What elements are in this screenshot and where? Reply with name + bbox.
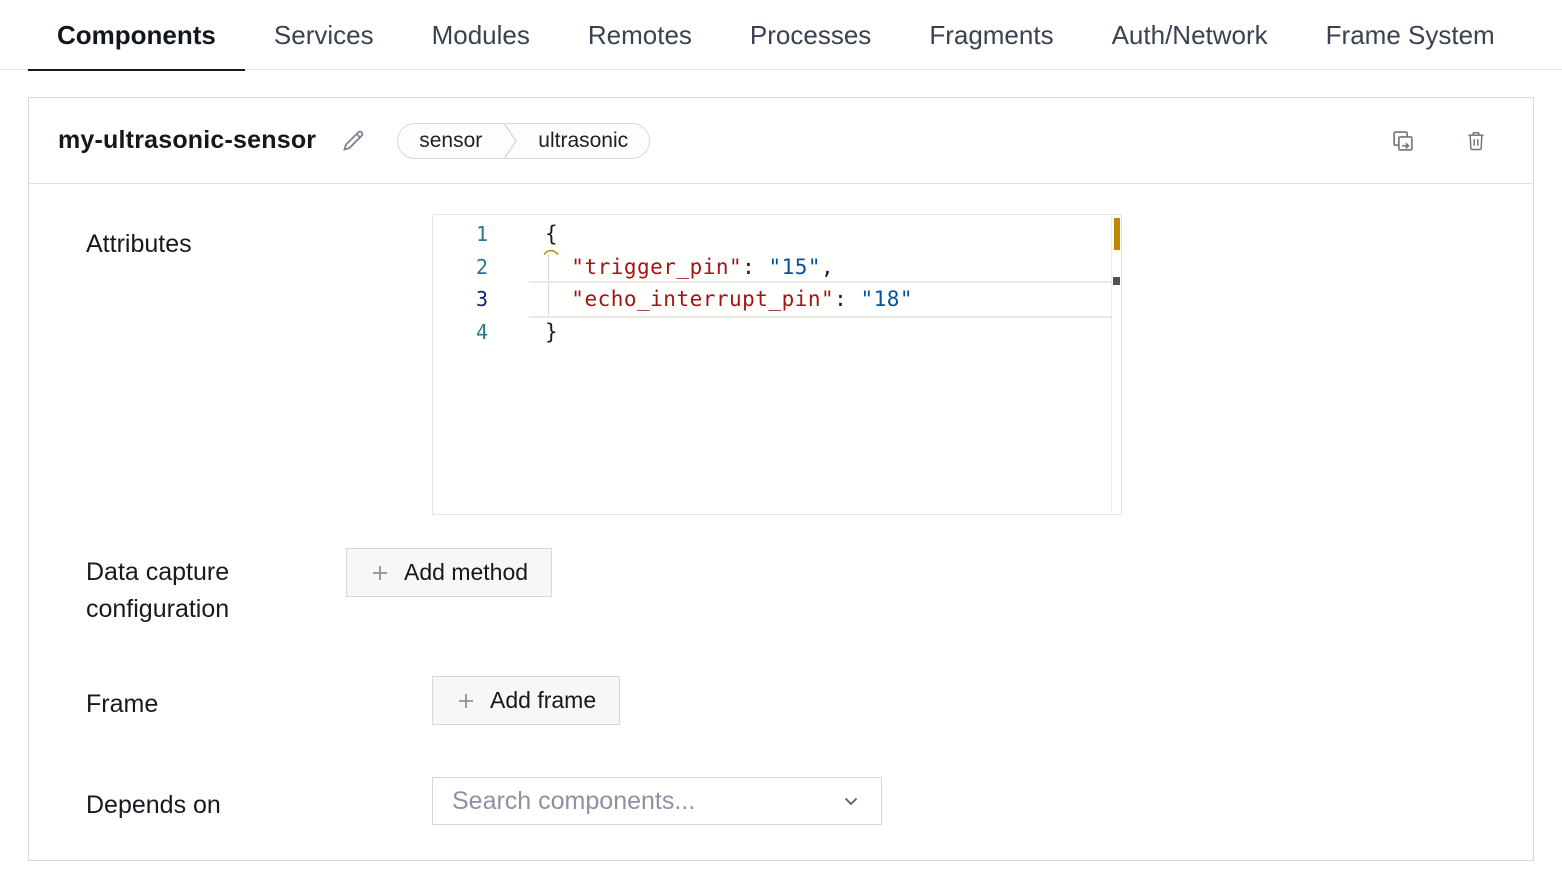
add-method-label: Add method (404, 559, 528, 586)
frame-label: Frame (86, 676, 432, 725)
plus-icon (456, 691, 476, 711)
code-line-4: 4 } (433, 316, 1121, 349)
attributes-json-editor[interactable]: 1 { 2 "trigger_pin": "15", 3 "echo_inter… (432, 214, 1122, 515)
ruler-warning-marker (1114, 218, 1120, 250)
duplicate-icon (1390, 128, 1416, 154)
line-number: 4 (433, 320, 488, 344)
badge-model-label: ultrasonic (517, 124, 649, 158)
line-number: 2 (433, 255, 488, 279)
tab-auth-network[interactable]: Auth/Network (1083, 0, 1297, 70)
plus-icon (370, 563, 390, 583)
code-token: } (545, 320, 558, 344)
component-name: my-ultrasonic-sensor (58, 126, 316, 155)
frame-row: Frame Add frame (29, 676, 1533, 725)
code-token: : (742, 255, 768, 279)
code-token: , (821, 255, 834, 279)
code-line-2: 2 "trigger_pin": "15", (433, 251, 1121, 284)
tab-bar: Components Services Modules Remotes Proc… (0, 0, 1562, 70)
chevron-divider-icon (503, 123, 517, 159)
code-token: : (834, 287, 860, 311)
data-capture-row: Data capture configuration Add method (29, 548, 1533, 628)
depends-on-placeholder: Search components... (452, 787, 695, 816)
code-token: "trigger_pin" (571, 255, 742, 279)
code-line-1: 1 { (433, 218, 1121, 251)
code-token (545, 255, 571, 279)
tab-processes[interactable]: Processes (721, 0, 900, 70)
depends-on-select[interactable]: Search components... (432, 777, 882, 825)
overview-ruler (1111, 215, 1112, 514)
pencil-icon (340, 127, 367, 154)
add-frame-button[interactable]: Add frame (432, 676, 620, 725)
delete-button[interactable] (1464, 129, 1488, 153)
tab-modules[interactable]: Modules (403, 0, 559, 70)
tab-fragments[interactable]: Fragments (900, 0, 1082, 70)
add-frame-label: Add frame (490, 687, 596, 714)
code-token: "18" (860, 287, 913, 311)
code-token (545, 287, 571, 311)
line-number: 3 (433, 287, 488, 311)
card-actions (1390, 128, 1488, 154)
code-token: { (545, 222, 558, 246)
code-token: "echo_interrupt_pin" (571, 287, 834, 311)
component-type-badge: sensor ultrasonic (397, 123, 650, 159)
code-token: "15" (768, 255, 821, 279)
tab-components[interactable]: Components (28, 0, 245, 70)
component-card: my-ultrasonic-sensor sensor ultrasonic (28, 97, 1534, 861)
tab-remotes[interactable]: Remotes (559, 0, 721, 70)
code-line-3-active: 3 "echo_interrupt_pin": "18" (433, 283, 1121, 316)
add-method-button[interactable]: Add method (346, 548, 552, 597)
badge-type-label: sensor (398, 124, 503, 158)
depends-on-row: Depends on Search components... (29, 777, 1533, 825)
tab-frame-system[interactable]: Frame System (1297, 0, 1524, 70)
depends-on-label: Depends on (86, 777, 432, 825)
tab-services[interactable]: Services (245, 0, 403, 70)
chevron-down-icon (840, 790, 862, 812)
ruler-cursor-marker (1113, 277, 1120, 285)
attributes-label: Attributes (86, 214, 432, 515)
component-card-header: my-ultrasonic-sensor sensor ultrasonic (29, 98, 1533, 184)
trash-icon (1464, 129, 1488, 153)
duplicate-button[interactable] (1390, 128, 1416, 154)
edit-name-button[interactable] (340, 127, 367, 154)
line-number: 1 (433, 222, 488, 246)
data-capture-label: Data capture configuration (86, 548, 346, 628)
attributes-row: Attributes 1 { 2 "trigger_pin": "15", 3 … (29, 214, 1533, 515)
